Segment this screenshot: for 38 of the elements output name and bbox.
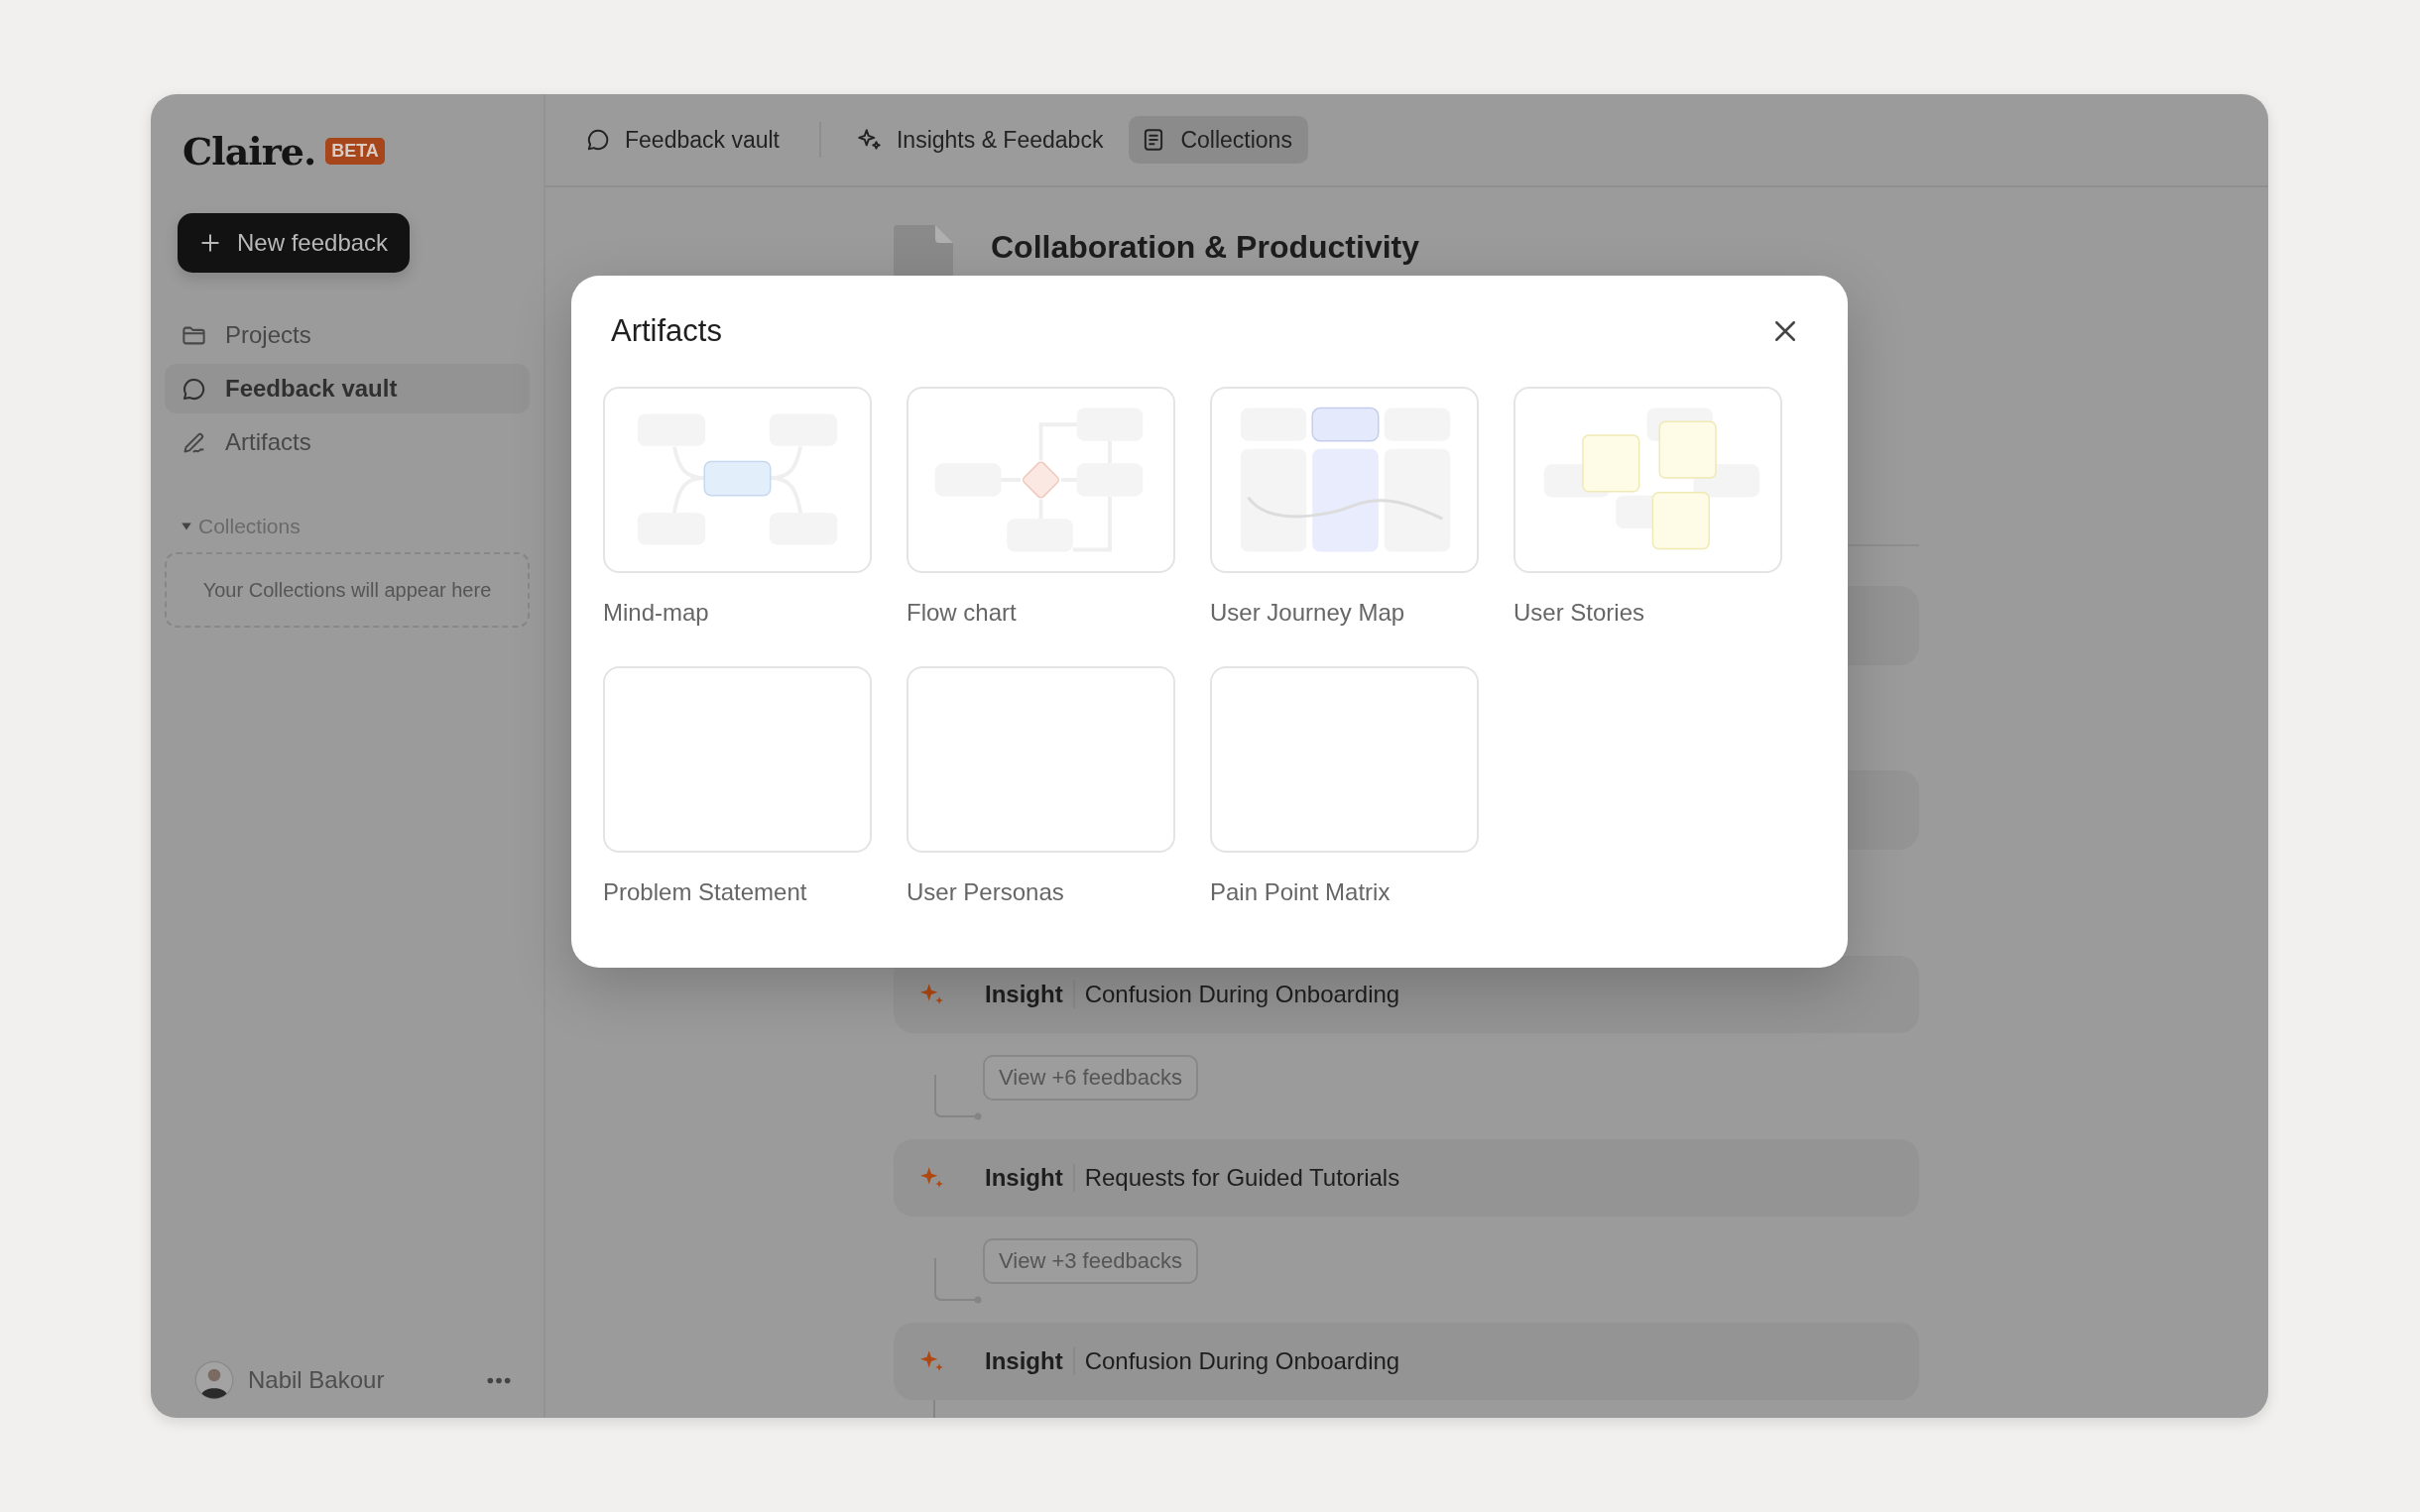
- more-options-icon[interactable]: [486, 1375, 512, 1385]
- artifact-card[interactable]: [1210, 666, 1479, 853]
- insight-label: Insight: [985, 1164, 1063, 1192]
- insight-label: Insight: [985, 1347, 1063, 1375]
- user-name: Nabil Bakour: [248, 1366, 385, 1394]
- insight-title: Requests for Guided Tutorials: [1084, 1164, 1400, 1192]
- insight-label: Insight: [985, 981, 1063, 1008]
- insight-title: Confusion During Onboarding: [1084, 1347, 1400, 1375]
- sidebar-nav-item[interactable]: Projects: [165, 310, 530, 360]
- page-title: Collaboration & Productivity: [991, 229, 1420, 266]
- beta-badge: BETA: [325, 137, 385, 165]
- dialog-title: Artifacts: [611, 313, 722, 349]
- sidebar-nav-item[interactable]: Artifacts: [165, 417, 530, 467]
- sparkle-icon: [857, 127, 883, 153]
- avatar-icon: [194, 1360, 234, 1400]
- artifact-card[interactable]: [603, 666, 872, 853]
- artifact-label: Problem Statement: [603, 878, 807, 906]
- insight-title: Confusion During Onboarding: [1084, 981, 1400, 1008]
- artifact-label: User Personas: [907, 878, 1064, 906]
- plus-icon: [199, 232, 221, 254]
- top-tab[interactable]: Collections: [1129, 116, 1308, 164]
- app-logo: Claire.: [182, 128, 316, 174]
- artifact-card[interactable]: [907, 666, 1175, 853]
- chat-bubble-icon: [585, 127, 611, 153]
- artifact-label: Pain Point Matrix: [1210, 878, 1391, 906]
- artifact-label: Mind-map: [603, 599, 709, 627]
- artifact-label: User Stories: [1513, 599, 1645, 627]
- view-feedbacks-button[interactable]: View +3 feedbacks: [983, 1238, 1198, 1284]
- artifact-label: Flow chart: [907, 599, 1017, 627]
- top-tab[interactable]: Insights & Feedabck: [845, 116, 1120, 164]
- sidebar-nav-item[interactable]: Feedback vault: [165, 364, 530, 413]
- top-tab[interactable]: Feedback vault: [573, 116, 795, 164]
- insight-card[interactable]: Insight Confusion During Onboarding: [894, 1323, 1919, 1400]
- insight-card[interactable]: Insight Requests for Guided Tutorials: [894, 1139, 1919, 1217]
- collections-empty-state: Your Collections will appear here: [165, 552, 530, 628]
- new-feedback-button[interactable]: New feedback: [178, 213, 411, 273]
- artifact-label: User Journey Map: [1210, 599, 1405, 627]
- view-feedbacks-button[interactable]: View +6 feedbacks: [983, 1055, 1198, 1101]
